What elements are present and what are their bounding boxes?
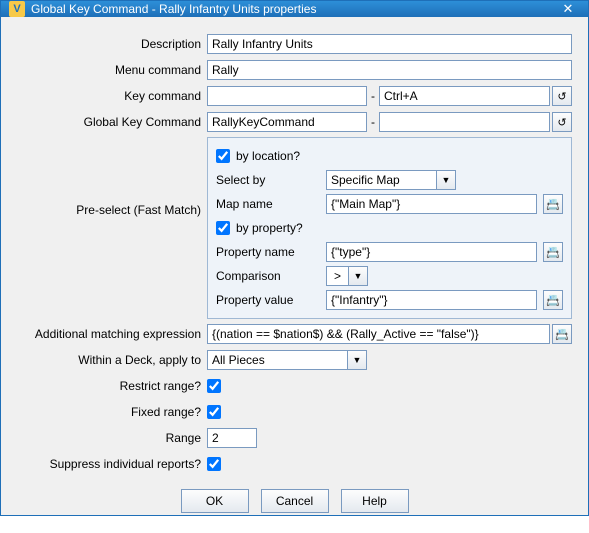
select-by-label: Select by [216, 173, 320, 187]
window-title: Global Key Command - Rally Infantry Unit… [31, 2, 556, 16]
separator: - [369, 89, 377, 103]
menu-command-label: Menu command [17, 63, 207, 77]
separator: - [369, 115, 377, 129]
preselect-label: Pre-select (Fast Match) [17, 137, 207, 217]
property-value-input[interactable] [326, 290, 537, 310]
suppress-label: Suppress individual reports? [17, 457, 207, 471]
range-label: Range [17, 431, 207, 445]
dropdown-icon[interactable]: ▼ [347, 350, 367, 370]
titlebar: V Global Key Command - Rally Infantry Un… [1, 1, 588, 17]
property-name-input[interactable] [326, 242, 537, 262]
suppress-checkbox[interactable] [207, 457, 221, 471]
fixed-range-label: Fixed range? [17, 405, 207, 419]
calculator-icon[interactable]: 📇 [543, 194, 563, 214]
cancel-button[interactable]: Cancel [261, 489, 329, 513]
undo-icon[interactable]: ↺ [552, 86, 572, 106]
fixed-range-checkbox[interactable] [207, 405, 221, 419]
description-label: Description [17, 37, 207, 51]
restrict-range-label: Restrict range? [17, 379, 207, 393]
additional-input[interactable] [207, 324, 550, 344]
by-property-checkbox[interactable] [216, 221, 230, 235]
ok-button[interactable]: OK [181, 489, 249, 513]
within-deck-select[interactable] [207, 350, 347, 370]
dialog-content: Description Menu command Key command - ↺… [1, 17, 588, 533]
within-deck-label: Within a Deck, apply to [17, 353, 207, 367]
calculator-icon[interactable]: 📇 [543, 290, 563, 310]
map-name-input[interactable] [326, 194, 537, 214]
by-location-checkbox[interactable] [216, 149, 230, 163]
by-location-label: by location? [236, 149, 300, 163]
global-key-right-input[interactable] [379, 112, 550, 132]
property-name-label: Property name [216, 245, 320, 259]
menu-command-input[interactable] [207, 60, 572, 80]
calculator-icon[interactable]: 📇 [552, 324, 572, 344]
close-button[interactable]: ✕ [556, 1, 580, 17]
dialog-window: V Global Key Command - Rally Infantry Un… [0, 0, 589, 516]
comparison-select[interactable] [326, 266, 348, 286]
form-area: Description Menu command Key command - ↺… [17, 33, 572, 479]
key-command-left-input[interactable] [207, 86, 367, 106]
description-input[interactable] [207, 34, 572, 54]
map-name-label: Map name [216, 197, 320, 211]
global-key-left-input[interactable] [207, 112, 367, 132]
preselect-panel: by location? Select by ▼ Map name 📇 [207, 137, 572, 319]
additional-label: Additional matching expression [17, 327, 207, 341]
comparison-label: Comparison [216, 269, 320, 283]
undo-icon[interactable]: ↺ [552, 112, 572, 132]
help-button[interactable]: Help [341, 489, 409, 513]
dropdown-icon[interactable]: ▼ [348, 266, 368, 286]
by-property-label: by property? [236, 221, 303, 235]
global-key-command-label: Global Key Command [17, 115, 207, 129]
range-input[interactable] [207, 428, 257, 448]
property-value-label: Property value [216, 293, 320, 307]
app-icon: V [9, 1, 25, 17]
select-by-select[interactable] [326, 170, 436, 190]
dropdown-icon[interactable]: ▼ [436, 170, 456, 190]
key-command-right-input[interactable] [379, 86, 550, 106]
calculator-icon[interactable]: 📇 [543, 242, 563, 262]
button-bar: OK Cancel Help [17, 479, 572, 517]
restrict-range-checkbox[interactable] [207, 379, 221, 393]
key-command-label: Key command [17, 89, 207, 103]
